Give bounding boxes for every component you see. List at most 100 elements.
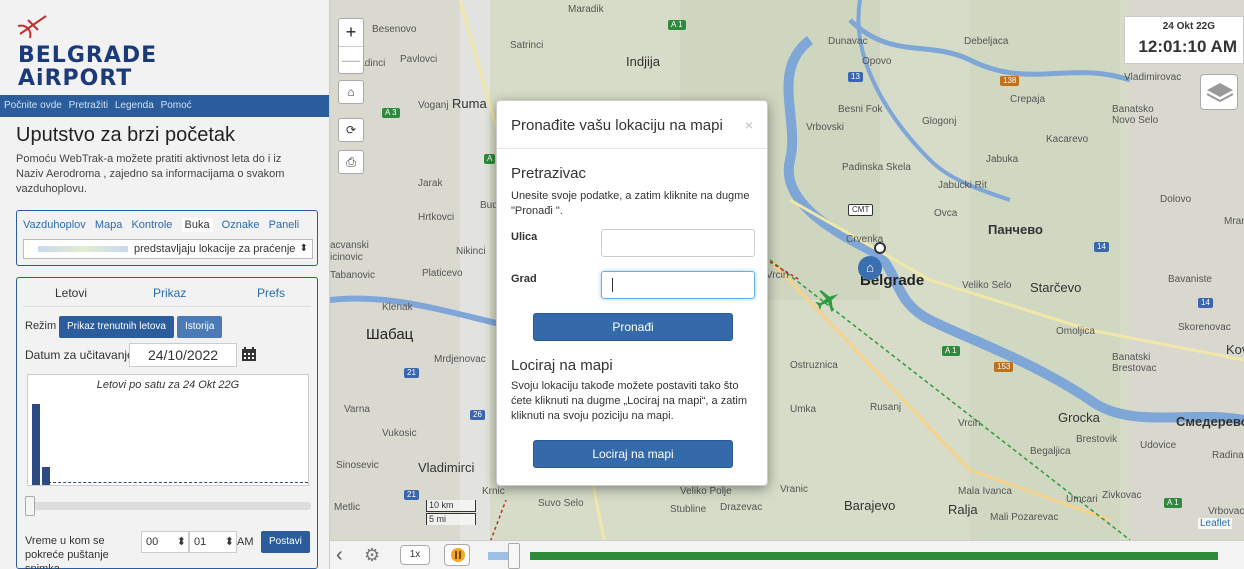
map-area[interactable]: Besenovo Radinci Pavlovci Satrinci Indji… <box>330 0 1244 569</box>
pause-button[interactable] <box>444 544 470 566</box>
flights-panel: Letovi Prikaz Prefs Režim Prikaz trenutn… <box>16 277 318 569</box>
minute-value: 01 <box>194 536 207 548</box>
map-label: Skorenovac <box>1178 322 1231 333</box>
find-button[interactable]: Pronađi <box>533 313 733 341</box>
playback-progress-track[interactable] <box>530 552 1218 560</box>
refresh-icon: ⟳ <box>345 123 357 137</box>
tab-buka[interactable]: Buka <box>181 218 213 232</box>
tab-paneli[interactable]: Paneli <box>269 219 300 231</box>
locate-on-map-button[interactable]: Lociraj na mapi <box>533 440 733 468</box>
layer-tabs: Vazduhoplov Mapa Kontrole Buka Oznake Pa… <box>23 218 305 232</box>
road-shield: A 1 <box>668 20 686 30</box>
spinner-arrows-icon[interactable]: ⬍ <box>225 532 234 552</box>
map-label: Besni Fok <box>838 104 883 115</box>
map-label: Tabanovic <box>330 270 376 281</box>
map-label: Stubline <box>670 504 707 515</box>
zoom-in-button[interactable]: + <box>339 19 363 46</box>
tab-oznake[interactable]: Oznake <box>222 219 260 231</box>
road-shield: 153 <box>994 362 1014 372</box>
road-shield: CMT <box>848 204 874 216</box>
road-shield: 138 <box>1000 76 1020 86</box>
print-button[interactable]: ⎙ <box>338 150 364 174</box>
search-section-text: Unesite svoje podatke, a zatim kliknite … <box>511 190 750 217</box>
map-label: Omoljica <box>1056 326 1095 337</box>
tab-prefs[interactable]: Prefs <box>257 286 285 300</box>
live-mode-button[interactable]: Prikaz trenutnih letova <box>59 316 174 338</box>
hourly-bar <box>32 404 40 485</box>
map-label: Veliko Polje <box>680 486 732 497</box>
map-label: Padinska Skela <box>842 162 911 173</box>
tab-mapa[interactable]: Mapa <box>95 219 123 231</box>
chevron-left-icon[interactable]: ‹ <box>336 545 343 565</box>
speed-button[interactable]: 1x <box>400 545 430 565</box>
tab-vazduhoplov[interactable]: Vazduhoplov <box>23 219 86 231</box>
tab-letovi[interactable]: Letovi <box>55 286 87 300</box>
map-label: Панчево <box>988 222 1043 237</box>
replay-time-label: Vreme u kom se pokreće puštanje snimka <box>25 535 109 569</box>
road-shield: A 1 <box>1164 498 1182 508</box>
map-label: Jabucki Rit <box>938 180 987 191</box>
home-location-icon[interactable]: ⌂ <box>858 256 882 280</box>
map-label: Umcari <box>1066 494 1098 505</box>
nav-legend[interactable]: Legenda <box>115 100 154 111</box>
find-location-modal: Pronađite vašu lokaciju na mapi × Pretra… <box>496 100 768 486</box>
noise-monitor-icon[interactable] <box>874 242 886 254</box>
spinner-arrows-icon[interactable]: ⬍ <box>177 532 186 552</box>
tab-prikaz[interactable]: Prikaz <box>153 286 186 300</box>
date-input[interactable]: 24/10/2022 <box>129 343 237 367</box>
scale-km: 10 km <box>426 500 476 512</box>
city-label: Grad <box>511 273 537 285</box>
layers-button[interactable] <box>1200 74 1238 110</box>
page-title: Uputstvo za brzi početak <box>16 124 235 146</box>
hour-input[interactable]: 00 ⬍ <box>141 531 189 553</box>
chart-title: Letovi po satu za 24 Okt 22G <box>96 379 240 391</box>
refresh-button[interactable]: ⟳ <box>338 118 364 142</box>
map-label: Indjija <box>626 54 660 69</box>
map-label: Ovca <box>934 208 958 219</box>
map-label: Satrinci <box>510 40 544 51</box>
road-shield: A <box>484 154 496 164</box>
calendar-icon[interactable] <box>241 346 257 362</box>
chart-baseline <box>48 482 308 483</box>
map-label: Maradik <box>568 4 604 15</box>
nav-help[interactable]: Pomoć <box>161 100 192 111</box>
city-input[interactable] <box>601 271 755 299</box>
time-slider-track[interactable] <box>25 502 311 510</box>
road-shield: A 3 <box>382 108 400 118</box>
ampm-label: AM <box>237 536 254 548</box>
home-button[interactable]: ⌂ <box>338 80 364 104</box>
road-shield: A 1 <box>942 346 960 356</box>
tabs-divider <box>23 306 311 307</box>
tab-kontrole[interactable]: Kontrole <box>131 219 172 231</box>
history-mode-button[interactable]: Istorija <box>177 316 223 338</box>
noise-monitor-select[interactable]: predstavljaju lokacije za praćenje ⬍ <box>23 239 313 259</box>
gear-icon[interactable]: ⚙ <box>364 545 384 565</box>
leaflet-attribution-link[interactable]: Leaflet <box>1197 518 1232 529</box>
close-icon[interactable]: × <box>745 117 753 133</box>
layer-panel: Vazduhoplov Mapa Kontrole Buka Oznake Pa… <box>16 210 318 266</box>
road-shield: 21 <box>404 368 419 378</box>
playback-handle[interactable] <box>508 543 520 569</box>
webtrak-app: BELGRADE AiRPORT Počnite ovde Pretražiti… <box>0 0 1244 569</box>
street-input[interactable] <box>601 229 755 257</box>
set-time-button[interactable]: Postavi <box>261 531 310 553</box>
map-label: Besenovo <box>372 24 417 35</box>
map-label: Zivkovac <box>1102 490 1142 501</box>
map-label: Grocka <box>1058 410 1100 425</box>
road-shield: 14 <box>1094 242 1109 252</box>
zoom-out-button[interactable]: — <box>339 46 363 73</box>
nav-search[interactable]: Pretražiti <box>69 100 108 111</box>
aircraft-icon[interactable] <box>814 286 842 314</box>
mode-label: Režim <box>25 320 57 332</box>
time-slider-handle[interactable] <box>25 496 35 516</box>
map-label: Veliko Selo <box>962 280 1012 291</box>
map-label: Voganj <box>418 100 449 111</box>
modal-divider <box>497 148 767 149</box>
plane-logo-icon <box>17 15 47 39</box>
map-label: Vladimirci <box>418 460 475 475</box>
minute-input[interactable]: 01 ⬍ <box>189 531 237 553</box>
nav-start[interactable]: Počnite ovde <box>4 100 62 111</box>
zoom-control: + — <box>338 18 364 74</box>
map-label: Krnic <box>482 486 505 497</box>
map-label: Mala Ivanca <box>958 486 1012 497</box>
